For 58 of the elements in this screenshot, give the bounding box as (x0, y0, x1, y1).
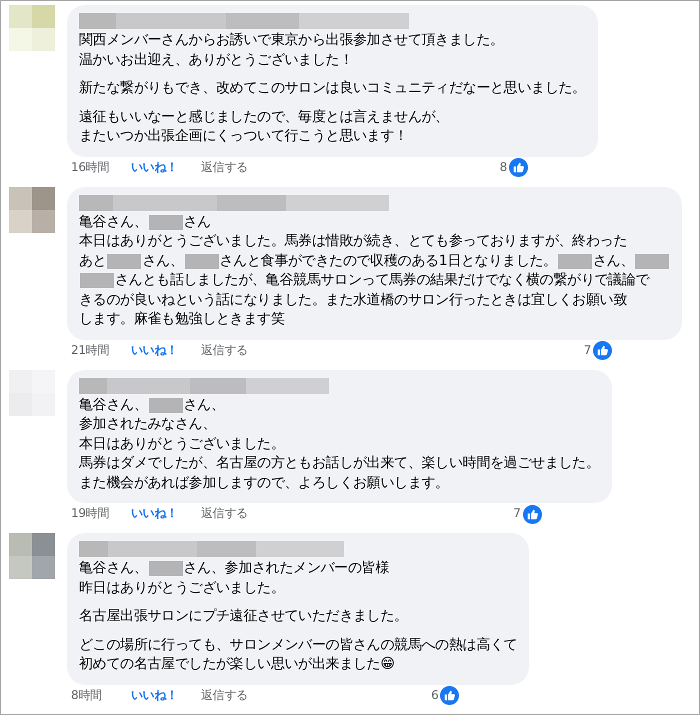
like-link[interactable]: いいね！ (131, 686, 201, 706)
redacted-name (107, 254, 142, 269)
comment-text: 名古屋出張サロンにプチ遠征させていただきました。 (79, 607, 408, 626)
reaction-count: 7 (513, 505, 521, 522)
reaction-count: 8 (500, 158, 507, 176)
redacted-name (184, 254, 219, 269)
comment-text: 亀谷さん、 (79, 212, 148, 232)
thumbs-up-icon (508, 158, 528, 177)
reply-link[interactable]: 返信する (201, 158, 248, 178)
comment-text: また機会があれば参加しますので、よろしくお願いします。 (79, 474, 449, 492)
comment-text: さん、 (592, 252, 634, 270)
comment-text: さん、 (142, 252, 184, 270)
redacted-name (148, 214, 183, 230)
redacted-name (635, 254, 670, 269)
comment-text: 新たな繋がりもでき、改めてこのサロンは良いコミュニティだなーと思いました。 (79, 79, 586, 98)
comment-text: 亀谷さん、 (79, 396, 148, 414)
comment-text: します。麻雀も勉強しときます笑 (79, 310, 285, 329)
comment-time: 8時間 (71, 686, 103, 704)
comment-text: 馬券はダメでしたが、名古屋の方ともお話しが出来て、楽しい時間を過ごせました。 (79, 454, 600, 473)
like-link[interactable]: いいね！ (131, 504, 201, 524)
comment-text: さん (184, 212, 211, 232)
comment-text: さんとも話しましたが、亀谷競馬サロンって馬券の結果だけでなく横の繋がりで議論で (115, 271, 650, 290)
comment-text: さん、参加されたメンバーの皆様 (184, 559, 390, 578)
like-link[interactable]: いいね！ (131, 340, 201, 360)
comment-text: さんと食事ができたので収穫のある1日となりました。 (220, 252, 557, 270)
comment-time: 19時間 (71, 505, 110, 522)
reaction-count: 7 (584, 342, 592, 359)
comment-text: 亀谷さん、 (79, 559, 148, 578)
comment-text: 関西メンバーさんからお誘いで東京から出張参加させて頂きました。 (79, 31, 504, 50)
redacted-name (558, 254, 592, 269)
reply-link[interactable]: 返信する (201, 504, 248, 524)
avatar-icon (9, 5, 55, 51)
comment-text: 温かいお出迎え、ありがとうございました！ (79, 50, 354, 70)
avatar-icon (9, 186, 55, 232)
redacted-name (80, 273, 114, 288)
comment-time: 21時間 (71, 342, 110, 359)
comment-text: あと (79, 252, 106, 270)
comment-text: どこの場所に行っても、サロンメンバーの皆さんの競馬への熱は高くて (79, 636, 518, 654)
comment-text: 本日はありがとうございました。 (79, 434, 285, 454)
comment-time: 16時間 (71, 158, 110, 176)
avatar-icon (9, 533, 55, 579)
thumbs-up-icon (593, 341, 612, 360)
comment-text: 遠征もいいなーと感じましたので、毎度とは言えませんが、 (79, 108, 449, 126)
redacted-name (148, 561, 183, 576)
redacted-name (148, 398, 183, 413)
thumbs-up-icon (522, 504, 542, 524)
comment-text: きるのが良いねという話になりました。また水道橋のサロン行ったときは宜しくお願い致 (79, 290, 628, 310)
comment-text: さん、 (184, 396, 225, 414)
reaction-count: 6 (431, 686, 438, 704)
comment-text: またいつか出張企画にくっついて行こうと思います！ (79, 127, 408, 146)
reply-link[interactable]: 返信する (201, 340, 248, 360)
thumbs-up-icon (440, 686, 460, 705)
comment-text: 参加されたみなさん、 (79, 415, 216, 434)
comment-text: 昨日はありがとうございました。 (79, 578, 285, 598)
comment-text: 本日はありがとうございました。馬券は惜敗が続き、とても参っておりますが、終わった (79, 232, 628, 251)
like-link[interactable]: いいね！ (131, 158, 201, 178)
comment-text: 初めての名古屋でしたが楽しい思いが出来ました😁 (79, 655, 395, 674)
reply-link[interactable]: 返信する (201, 686, 248, 706)
